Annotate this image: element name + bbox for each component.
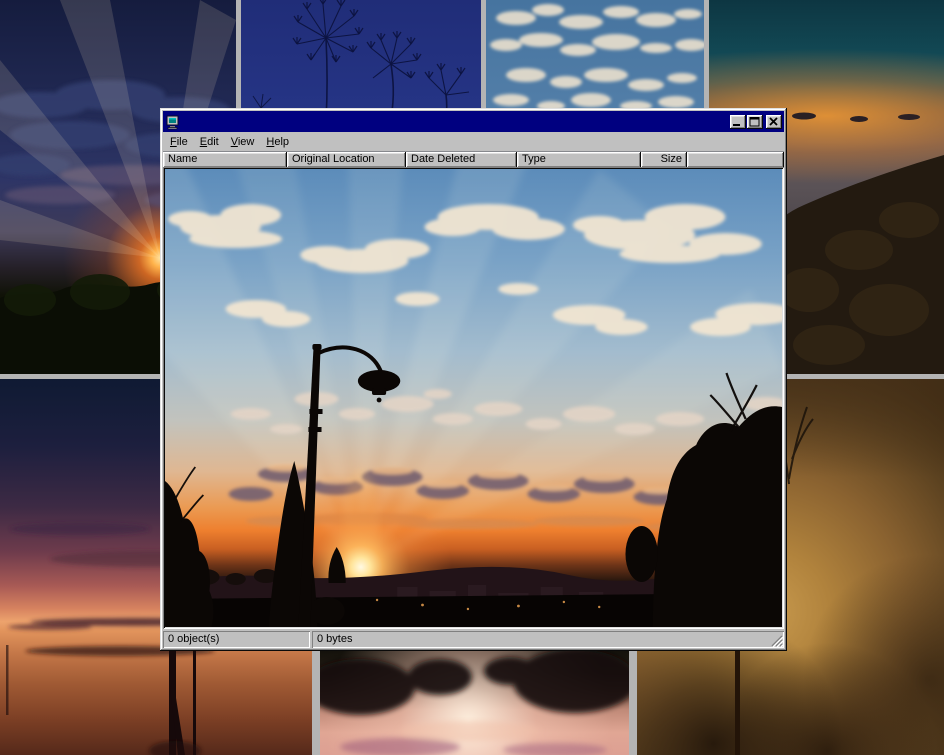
list-view-area[interactable] xyxy=(163,167,784,629)
minimize-icon xyxy=(730,115,746,129)
close-icon xyxy=(766,115,782,129)
resize-grip-icon[interactable] xyxy=(770,634,783,647)
column-header-date-deleted[interactable]: Date Deleted xyxy=(406,152,517,168)
column-header-size[interactable]: Size xyxy=(641,152,687,168)
column-header-row: Name Original Location Date Deleted Type… xyxy=(163,151,784,167)
desktop: File Edit View Help Name Original Locati… xyxy=(0,0,944,755)
status-total-size: 0 bytes xyxy=(312,631,784,648)
menu-view[interactable]: View xyxy=(225,134,261,151)
maximize-button[interactable] xyxy=(747,115,763,129)
column-header-filler xyxy=(687,152,784,168)
menu-file[interactable]: File xyxy=(164,134,194,151)
title-bar[interactable] xyxy=(163,111,784,132)
close-button[interactable] xyxy=(766,115,782,129)
computer-icon xyxy=(165,114,181,130)
lamppost-sunset-art xyxy=(165,169,782,627)
minimize-button[interactable] xyxy=(730,115,746,129)
column-header-original-location[interactable]: Original Location xyxy=(287,152,406,168)
menu-edit[interactable]: Edit xyxy=(194,134,225,151)
menu-bar: File Edit View Help xyxy=(163,133,784,151)
recycle-window: File Edit View Help Name Original Locati… xyxy=(160,108,787,651)
column-header-name[interactable]: Name xyxy=(163,152,287,168)
status-bar: 0 object(s) 0 bytes xyxy=(163,631,784,648)
column-header-type[interactable]: Type xyxy=(517,152,641,168)
menu-help[interactable]: Help xyxy=(260,134,295,151)
maximize-icon xyxy=(747,115,763,129)
status-object-count: 0 object(s) xyxy=(163,631,310,648)
folder-background-photo xyxy=(165,169,782,627)
